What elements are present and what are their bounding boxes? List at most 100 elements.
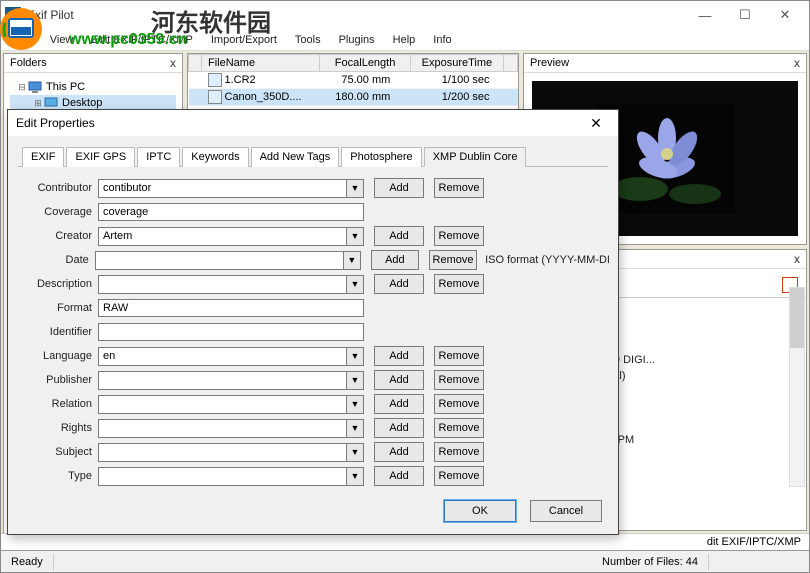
add-button[interactable]: Add bbox=[374, 466, 424, 486]
tab-photosphere[interactable]: Photosphere bbox=[341, 147, 421, 167]
remove-button[interactable]: Remove bbox=[434, 274, 484, 294]
date-field[interactable]: ▼ bbox=[95, 251, 361, 270]
dropdown-icon[interactable]: ▼ bbox=[346, 468, 363, 485]
identifier-input[interactable] bbox=[98, 323, 364, 341]
tab-iptc[interactable]: IPTC bbox=[137, 147, 180, 167]
creator-field[interactable]: ▼ bbox=[98, 227, 364, 246]
tab-exif-gps[interactable]: EXIF GPS bbox=[66, 147, 135, 167]
format-input[interactable] bbox=[98, 299, 364, 317]
dropdown-icon[interactable]: ▼ bbox=[343, 252, 360, 269]
language-input[interactable] bbox=[99, 348, 346, 365]
add-button[interactable]: Add bbox=[374, 226, 424, 246]
type-field[interactable]: ▼ bbox=[98, 467, 364, 486]
creator-input[interactable] bbox=[99, 228, 346, 245]
publisher-input[interactable] bbox=[99, 372, 346, 389]
subject-input[interactable] bbox=[99, 444, 346, 461]
dropdown-icon[interactable]: ▼ bbox=[346, 396, 363, 413]
menu-help[interactable]: Help bbox=[384, 31, 425, 49]
add-button[interactable]: Add bbox=[371, 250, 419, 270]
rights-field[interactable]: ▼ bbox=[98, 419, 364, 438]
tab-keywords[interactable]: Keywords bbox=[182, 147, 248, 167]
remove-button[interactable]: Remove bbox=[434, 370, 484, 390]
file-row[interactable]: 1.CR2 75.00 mm 1/100 sec bbox=[189, 72, 518, 89]
scrollbar-thumb[interactable] bbox=[790, 288, 804, 348]
dropdown-icon[interactable]: ▼ bbox=[346, 180, 363, 197]
menu-plugins[interactable]: Plugins bbox=[330, 31, 384, 49]
edit-properties-dialog: Edit Properties ✕ EXIF EXIF GPS IPTC Key… bbox=[7, 109, 619, 535]
dropdown-icon[interactable]: ▼ bbox=[346, 228, 363, 245]
remove-button[interactable]: Remove bbox=[434, 178, 484, 198]
subject-field[interactable]: ▼ bbox=[98, 443, 364, 462]
tree-root-this-pc[interactable]: ⊟ This PC bbox=[10, 79, 176, 95]
contributor-field[interactable]: ▼ bbox=[98, 179, 364, 198]
menubar: File View Edit EXIF/IPTC/XMP Import/Expo… bbox=[1, 29, 809, 51]
dialog-button-row: OK Cancel bbox=[8, 492, 618, 534]
remove-button[interactable]: Remove bbox=[429, 250, 477, 270]
preview-close-button[interactable]: x bbox=[794, 56, 800, 70]
props-scrollbar[interactable] bbox=[789, 287, 805, 487]
add-button[interactable]: Add bbox=[374, 178, 424, 198]
coverage-input[interactable] bbox=[98, 203, 364, 221]
menu-edit-exif[interactable]: Edit EXIF/IPTC/XMP bbox=[82, 31, 201, 49]
contributor-input[interactable] bbox=[99, 180, 346, 197]
menu-import-export[interactable]: Import/Export bbox=[202, 31, 286, 49]
dialog-close-button[interactable]: ✕ bbox=[582, 115, 610, 132]
dropdown-icon[interactable]: ▼ bbox=[346, 444, 363, 461]
label-subject: Subject bbox=[8, 446, 98, 458]
remove-button[interactable]: Remove bbox=[434, 466, 484, 486]
folders-title: Folders bbox=[10, 57, 170, 69]
cancel-button[interactable]: Cancel bbox=[530, 500, 602, 522]
remove-button[interactable]: Remove bbox=[434, 442, 484, 462]
props-close-button[interactable]: x bbox=[794, 252, 800, 266]
window-maximize-button[interactable]: ☐ bbox=[725, 3, 765, 27]
dropdown-icon[interactable]: ▼ bbox=[346, 420, 363, 437]
tab-xmp-dublin-core[interactable]: XMP Dublin Core bbox=[424, 147, 527, 167]
label-identifier: Identifier bbox=[8, 326, 98, 338]
menu-view[interactable]: View bbox=[41, 31, 83, 49]
remove-button[interactable]: Remove bbox=[434, 418, 484, 438]
description-input[interactable] bbox=[99, 276, 346, 293]
window-close-button[interactable]: ✕ bbox=[765, 3, 805, 27]
tab-add-new-tags[interactable]: Add New Tags bbox=[251, 147, 340, 167]
dropdown-icon[interactable]: ▼ bbox=[346, 276, 363, 293]
status-bar: Ready Number of Files: 44 bbox=[1, 550, 809, 572]
remove-button[interactable]: Remove bbox=[434, 226, 484, 246]
edit-exif-context[interactable]: dit EXIF/IPTC/XMP bbox=[707, 536, 801, 548]
add-button[interactable]: Add bbox=[374, 274, 424, 294]
expander-icon[interactable]: ⊟ bbox=[16, 82, 28, 93]
dialog-titlebar[interactable]: Edit Properties ✕ bbox=[8, 110, 618, 136]
add-button[interactable]: Add bbox=[374, 442, 424, 462]
date-input[interactable] bbox=[96, 252, 343, 269]
status-ready: Ready bbox=[1, 554, 54, 570]
window-minimize-button[interactable]: — bbox=[685, 3, 725, 27]
expander-icon[interactable]: ⊞ bbox=[32, 98, 44, 109]
language-field[interactable]: ▼ bbox=[98, 347, 364, 366]
ok-button[interactable]: OK bbox=[444, 500, 516, 522]
dropdown-icon[interactable]: ▼ bbox=[346, 348, 363, 365]
type-input[interactable] bbox=[99, 468, 346, 485]
relation-input[interactable] bbox=[99, 396, 346, 413]
folders-close-button[interactable]: x bbox=[170, 56, 176, 70]
relation-field[interactable]: ▼ bbox=[98, 395, 364, 414]
publisher-field[interactable]: ▼ bbox=[98, 371, 364, 390]
col-filename[interactable]: FileName bbox=[202, 55, 320, 72]
remove-button[interactable]: Remove bbox=[434, 346, 484, 366]
remove-button[interactable]: Remove bbox=[434, 394, 484, 414]
dropdown-icon[interactable]: ▼ bbox=[346, 372, 363, 389]
add-button[interactable]: Add bbox=[374, 346, 424, 366]
menu-file[interactable]: File bbox=[5, 31, 41, 49]
menu-tools[interactable]: Tools bbox=[286, 31, 330, 49]
label-coverage: Coverage bbox=[8, 206, 98, 218]
dialog-tabs: EXIF EXIF GPS IPTC Keywords Add New Tags… bbox=[8, 136, 618, 166]
description-field[interactable]: ▼ bbox=[98, 275, 364, 294]
rights-input[interactable] bbox=[99, 420, 346, 437]
file-row[interactable]: Canon_350D.... 180.00 mm 1/200 sec bbox=[189, 89, 518, 106]
add-button[interactable]: Add bbox=[374, 370, 424, 390]
add-button[interactable]: Add bbox=[374, 394, 424, 414]
tab-exif[interactable]: EXIF bbox=[22, 147, 64, 167]
menu-info[interactable]: Info bbox=[424, 31, 460, 49]
col-exposuretime[interactable]: ExposureTime bbox=[410, 55, 503, 72]
computer-icon bbox=[28, 80, 42, 94]
add-button[interactable]: Add bbox=[374, 418, 424, 438]
col-focallength[interactable]: FocalLength bbox=[320, 55, 410, 72]
